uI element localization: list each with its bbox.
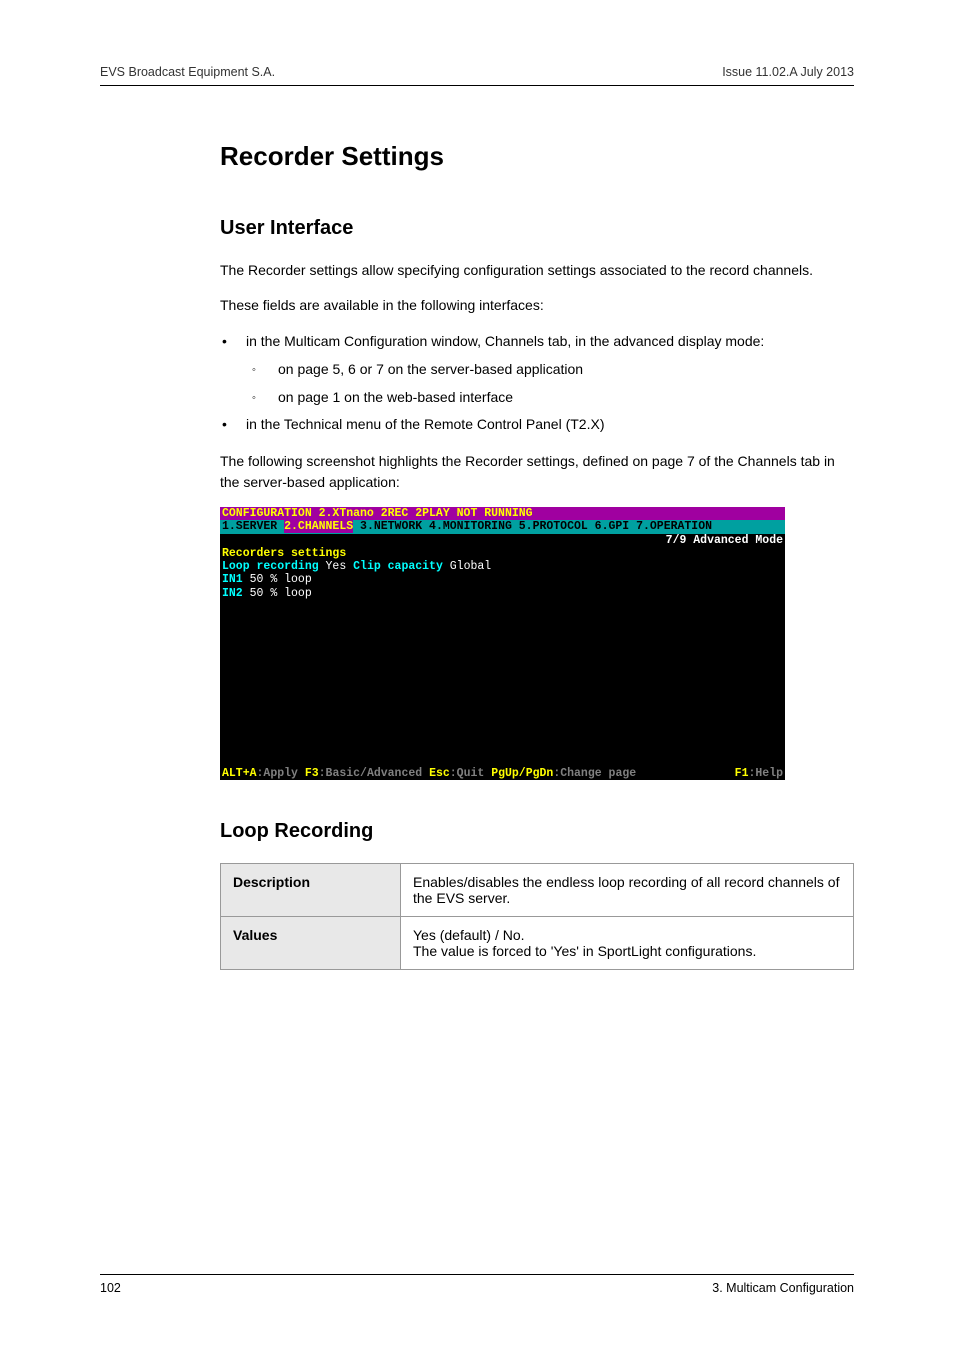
table-row: Description Enables/disables the endless… [221,864,854,917]
header-left: EVS Broadcast Equipment S.A. [100,65,275,79]
table-cell: Enables/disables the endless loop record… [401,864,854,917]
list-item: on page 1 on the web-based interface [246,386,854,410]
paragraph: The following screenshot highlights the … [220,451,854,493]
terminal-action: :Basic/Advanced [319,767,429,780]
page-header: EVS Broadcast Equipment S.A. Issue 11.02… [100,65,854,86]
paragraph: These fields are available in the follow… [220,295,854,316]
paragraph: The Recorder settings allow specifying c… [220,260,854,281]
list-item: in the Multicam Configuration window, Ch… [220,330,854,409]
terminal-label: IN1 [222,573,243,586]
main-content: Recorder Settings User Interface The Rec… [220,141,854,970]
terminal-value: Global [443,560,491,573]
terminal-tabs: 1.SERVER 2.CHANNELS 3.NETWORK 4.MONITORI… [220,520,785,533]
list-item-text: in the Multicam Configuration window, Ch… [246,333,764,349]
list-item: in the Technical menu of the Remote Cont… [220,413,854,437]
terminal-label: IN2 [222,587,243,600]
table-row: Values Yes (default) / No. The value is … [221,917,854,970]
page-title: Recorder Settings [220,141,854,172]
terminal-action: :Change page [553,767,636,780]
terminal-row: IN2 50 % loop [222,587,783,600]
terminal-title-bar: CONFIGURATION 2.XTnano 2REC 2PLAY NOT RU… [220,507,785,520]
section-user-interface-heading: User Interface [220,217,854,240]
terminal-label: Loop recording [222,560,319,573]
terminal-key: ALT+A [222,767,257,780]
terminal-key: F1 [735,767,749,780]
terminal-key: Esc [429,767,450,780]
header-right: Issue 11.02.A July 2013 [722,65,854,79]
terminal-screenshot: CONFIGURATION 2.XTnano 2REC 2PLAY NOT RU… [220,507,785,780]
table-cell: Yes (default) / No. The value is forced … [401,917,854,970]
terminal-mode: 7/9 Advanced Mode [220,534,785,547]
terminal-action: :Quit [450,767,491,780]
section-loop-recording-heading: Loop Recording [220,820,854,843]
terminal-row: IN1 50 % loop [222,573,783,586]
bullet-list: in the Multicam Configuration window, Ch… [220,330,854,437]
table-header-cell: Values [221,917,401,970]
terminal-tab: 1.SERVER [222,520,284,533]
property-table: Description Enables/disables the endless… [220,863,854,970]
sub-list: on page 5, 6 or 7 on the server-based ap… [246,358,854,410]
terminal-section-header: Recorders settings [222,547,783,560]
terminal-value: 50 % loop [243,573,312,586]
terminal-key: F3 [305,767,319,780]
footer-section: 3. Multicam Configuration [712,1281,854,1295]
page-number: 102 [100,1281,121,1295]
table-header-cell: Description [221,864,401,917]
terminal-action: :Apply [257,767,305,780]
terminal-value: Yes [319,560,354,573]
terminal-action: :Help [748,767,783,780]
terminal-row: Loop recording Yes Clip capacity Global [222,560,783,573]
terminal-tab: 3.NETWORK 4.MONITORING 5.PROTOCOL 6.GPI … [353,520,712,533]
terminal-label: Clip capacity [353,560,443,573]
terminal-body: Recorders settings Loop recording Yes Cl… [220,547,785,767]
list-item: on page 5, 6 or 7 on the server-based ap… [246,358,854,382]
page-footer: 102 3. Multicam Configuration [100,1274,854,1295]
terminal-tab-active: 2.CHANNELS [284,520,353,533]
terminal-value: 50 % loop [243,587,312,600]
terminal-key: PgUp/PgDn [491,767,553,780]
terminal-footer: ALT+A:Apply F3:Basic/Advanced Esc:Quit P… [220,767,785,780]
